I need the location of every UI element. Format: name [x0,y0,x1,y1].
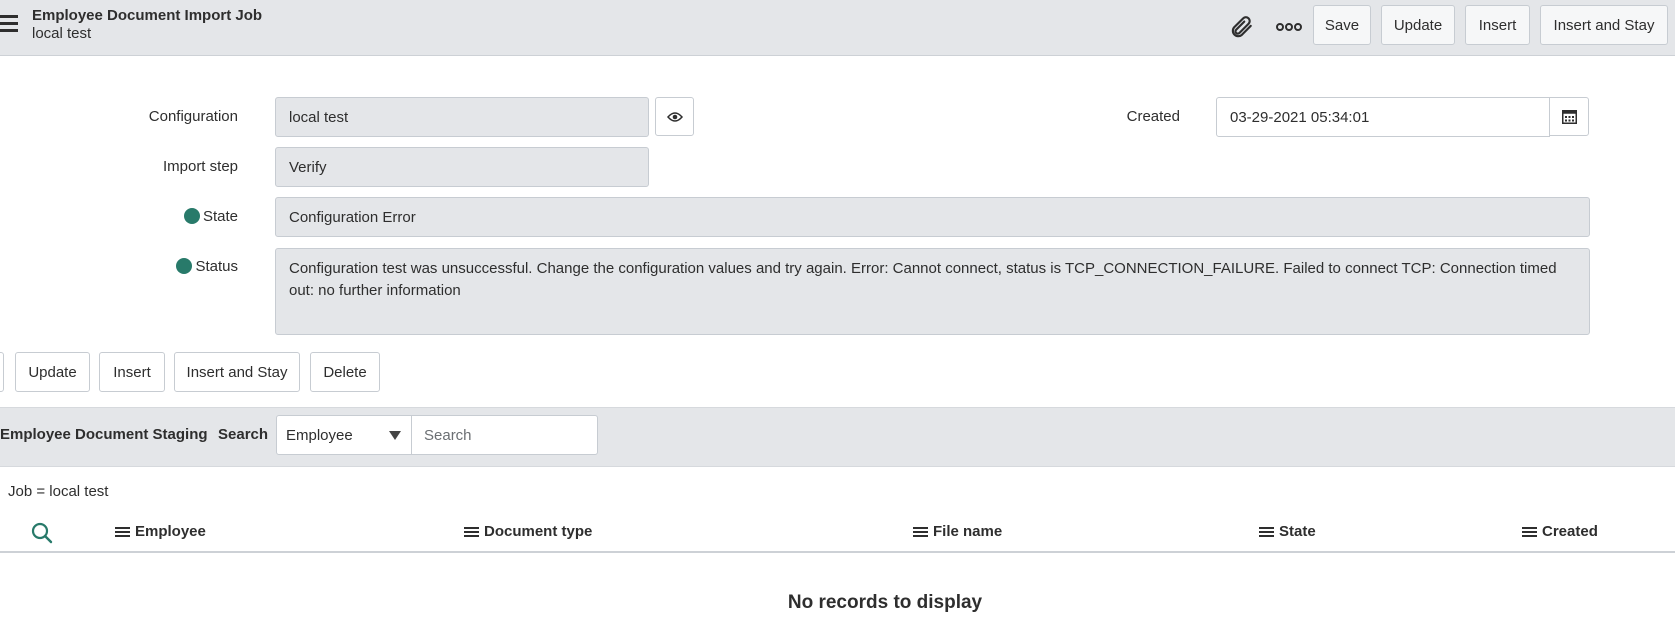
column-menu-icon[interactable] [913,525,928,539]
state-label: State [202,208,238,225]
calendar-button[interactable] [1549,97,1589,136]
hamburger-menu-icon[interactable] [0,15,18,33]
eye-icon [666,111,683,122]
column-header-file-name[interactable]: File name [913,523,1002,540]
chevron-down-icon [389,431,401,440]
search-field-select-value: Employee [286,426,353,444]
insert-and-stay-button[interactable]: Insert and Stay [1540,5,1668,45]
more-options-icon[interactable] [1274,13,1304,41]
related-list-title[interactable]: Employee Document Staging [0,426,208,443]
page-title: Employee Document Import Job [32,7,263,24]
paperclip-icon[interactable] [1226,13,1256,41]
column-header-document-type[interactable]: Document type [464,523,592,540]
save-button-bottom-partial[interactable] [0,352,4,392]
status-status-icon [176,258,193,275]
column-menu-icon[interactable] [115,525,130,539]
column-header-state[interactable]: State [1259,523,1316,540]
state-label-wrap: State [100,207,238,227]
created-label: Created [1126,108,1180,125]
column-menu-icon[interactable] [1259,525,1274,539]
update-button-bottom[interactable]: Update [15,352,90,392]
state-status-icon [183,208,200,225]
save-button[interactable]: Save [1313,5,1371,45]
status-label-wrap: Status [100,257,238,277]
column-header-label: File name [933,523,1003,540]
column-menu-icon[interactable] [1522,525,1537,539]
form-header: Employee Document Import Job local test … [0,0,1675,56]
delete-button[interactable]: Delete [310,352,380,392]
empty-list-message: No records to display [787,592,983,613]
related-list-search-input[interactable] [411,415,598,455]
import-step-field[interactable]: Verify [275,147,649,187]
column-header-created[interactable]: Created [1522,523,1598,540]
header-title-block: Employee Document Import Job local test [32,6,262,43]
preview-record-button[interactable] [655,97,694,136]
column-menu-icon[interactable] [464,525,479,539]
search-field-select[interactable]: Employee [276,415,412,455]
insert-button[interactable]: Insert [1465,5,1530,45]
import-step-label: Import step [162,158,238,175]
insert-button-bottom[interactable]: Insert [99,352,165,392]
created-field[interactable]: 03-29-2021 05:34:01 [1216,97,1550,137]
calendar-icon [1561,110,1577,124]
page-subtitle: local test [32,25,92,42]
related-list-search-label: Search [218,426,269,443]
related-list-filter-breadcrumb[interactable]: Job = local test [8,483,108,500]
column-header-employee[interactable]: Employee [115,523,206,540]
column-header-divider [0,551,1675,553]
column-header-label: Document type [484,523,593,540]
configuration-field[interactable]: local test [275,97,649,137]
column-header-label: State [1279,523,1316,540]
state-field[interactable]: Configuration Error [275,197,1590,237]
search-icon[interactable] [30,521,54,549]
column-header-label: Created [1542,523,1598,540]
status-field[interactable]: Configuration test was unsuccessful. Cha… [275,248,1590,335]
column-header-label: Employee [135,523,206,540]
update-button[interactable]: Update [1381,5,1455,45]
configuration-label: Configuration [148,108,238,125]
status-label: Status [195,258,238,275]
insert-and-stay-button-bottom[interactable]: Insert and Stay [174,352,300,392]
